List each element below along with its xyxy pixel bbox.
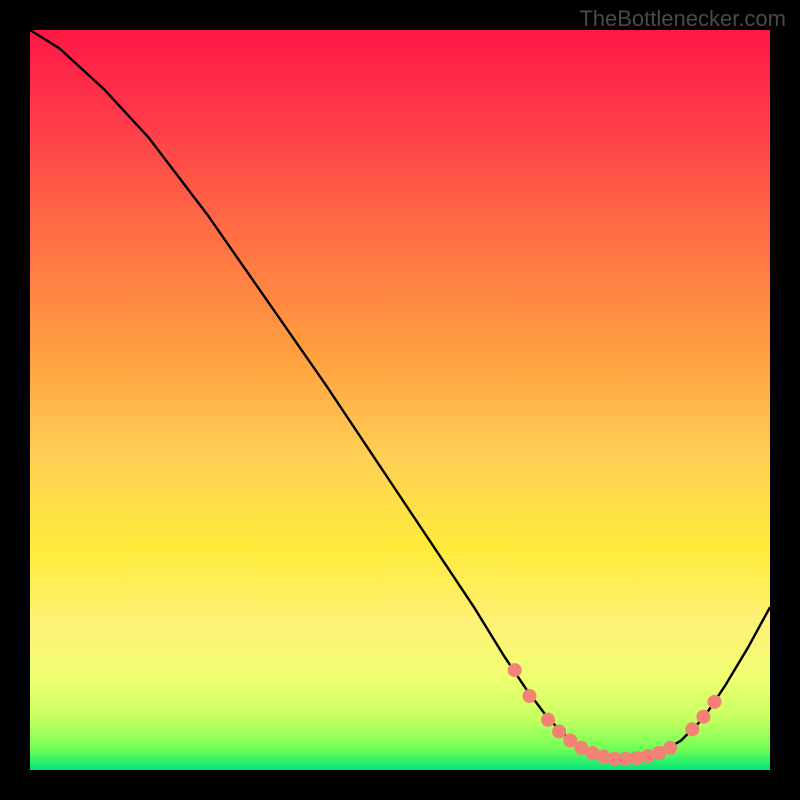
data-marker bbox=[696, 710, 710, 724]
chart-svg bbox=[30, 30, 770, 770]
chart-container bbox=[30, 30, 770, 770]
data-marker bbox=[708, 695, 722, 709]
watermark-text: TheBottlenecker.com bbox=[579, 6, 786, 32]
data-marker bbox=[523, 689, 537, 703]
data-marker bbox=[663, 741, 677, 755]
gradient-background bbox=[30, 30, 770, 770]
data-marker bbox=[552, 725, 566, 739]
data-marker bbox=[508, 663, 522, 677]
data-marker bbox=[541, 713, 555, 727]
data-marker bbox=[685, 722, 699, 736]
